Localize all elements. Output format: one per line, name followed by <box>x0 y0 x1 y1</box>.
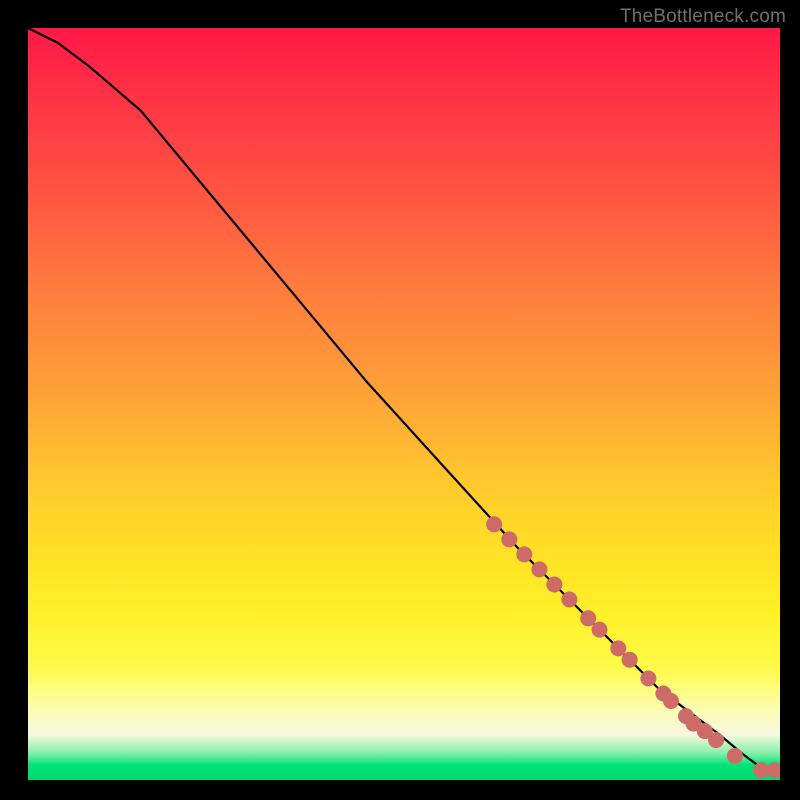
scatter-point <box>546 577 562 593</box>
chart-stage: TheBottleneck.com <box>0 0 800 800</box>
plot-area <box>28 28 780 780</box>
scatter-point <box>640 671 656 687</box>
chart-svg <box>28 28 780 780</box>
scatter-point <box>531 561 547 577</box>
scatter-point <box>592 622 608 638</box>
watermark-text: TheBottleneck.com <box>620 6 786 28</box>
scatter-point <box>622 652 638 668</box>
scatter-point <box>561 592 577 608</box>
scatter-point <box>663 693 679 709</box>
scatter-point <box>486 516 502 532</box>
curve-line <box>28 28 780 771</box>
scatter-point <box>501 531 517 547</box>
scatter-point <box>727 748 743 764</box>
scatter-point <box>516 546 532 562</box>
scatter-points <box>486 516 780 778</box>
scatter-point <box>708 732 724 748</box>
scatter-point <box>610 640 626 656</box>
scatter-point <box>767 762 780 778</box>
scatter-point <box>580 610 596 626</box>
